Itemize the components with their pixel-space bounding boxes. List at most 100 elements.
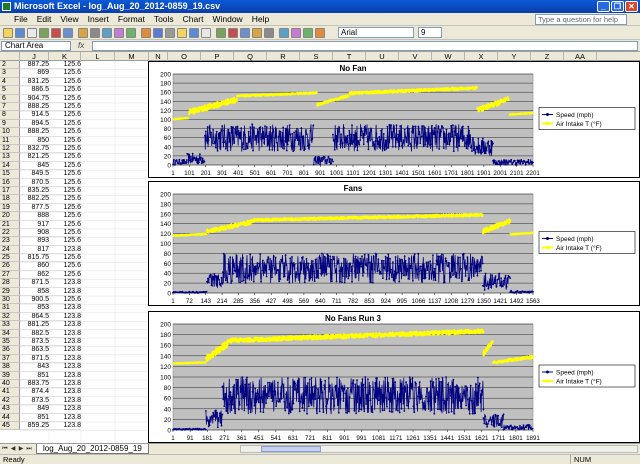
row-header[interactable]: 2 bbox=[0, 61, 20, 70]
cell-temp-value[interactable]: 123.8 bbox=[49, 338, 81, 347]
cell-speed-value[interactable]: 815.75 bbox=[20, 254, 49, 263]
cell-temp-value[interactable]: 125.6 bbox=[49, 69, 81, 78]
row-header[interactable]: 15 bbox=[0, 170, 20, 179]
row-header[interactable]: 25 bbox=[0, 254, 20, 263]
worksheet-grid[interactable]: No Fan 0 20 40 60 80 100 120 140 160 180 200 1 101 201… bbox=[0, 61, 640, 443]
cell-temp-value[interactable]: 125.6 bbox=[49, 78, 81, 87]
horizontal-scrollbar[interactable] bbox=[240, 445, 638, 453]
toolbar-button-icon[interactable] bbox=[126, 28, 136, 38]
row-header[interactable]: 40 bbox=[0, 380, 20, 389]
row-header[interactable]: 16 bbox=[0, 178, 20, 187]
cell-speed-value[interactable]: 873.5 bbox=[20, 397, 49, 406]
cell-speed-value[interactable]: 850 bbox=[20, 137, 49, 145]
toolbar-button-icon[interactable] bbox=[39, 28, 49, 38]
toolbar-button-icon[interactable] bbox=[315, 28, 325, 38]
scrollbar-thumb[interactable] bbox=[261, 446, 321, 452]
cell-temp-value[interactable]: 125.6 bbox=[49, 204, 81, 213]
cell-temp-value[interactable]: 125.6 bbox=[49, 103, 81, 112]
next-sheet-icon[interactable]: ▶ bbox=[17, 445, 25, 453]
row-header[interactable]: 34 bbox=[0, 329, 20, 339]
menu-tools[interactable]: Tools bbox=[154, 14, 174, 24]
column-header-w[interactable]: W bbox=[432, 52, 465, 61]
cell-speed-value[interactable]: 871.5 bbox=[20, 355, 49, 364]
cell-temp-value[interactable]: 125.6 bbox=[49, 221, 81, 229]
column-header-y[interactable]: Y bbox=[498, 52, 531, 61]
cell-temp-value[interactable]: 125.6 bbox=[49, 254, 81, 263]
cell-speed-value[interactable]: 873.5 bbox=[20, 338, 49, 347]
column-header-aa[interactable]: AA bbox=[564, 52, 597, 61]
prev-sheet-icon[interactable]: ◀ bbox=[9, 445, 17, 453]
cell-temp-value[interactable]: 125.6 bbox=[49, 162, 81, 171]
cell-speed-value[interactable]: 883.75 bbox=[20, 380, 49, 389]
row-header[interactable]: 4 bbox=[0, 77, 20, 87]
menu-insert[interactable]: Insert bbox=[88, 14, 109, 24]
chart-fans[interactable]: Fans 0 20 40 60 80 100 120 140 160 180 200 1 72 143 214… bbox=[148, 181, 640, 306]
row-header[interactable]: 29 bbox=[0, 287, 20, 297]
cell-temp-value[interactable]: 125.6 bbox=[49, 137, 81, 145]
fx-icon[interactable]: fx bbox=[78, 41, 84, 50]
cell-speed-value[interactable]: 882.25 bbox=[20, 195, 49, 204]
toolbar-button-icon[interactable] bbox=[177, 28, 187, 38]
column-header-s[interactable]: S bbox=[300, 52, 333, 61]
cell-speed-value[interactable]: 858 bbox=[20, 288, 49, 297]
cell-speed-value[interactable]: 832.75 bbox=[20, 145, 49, 154]
row-header[interactable]: 13 bbox=[0, 153, 20, 162]
cell-temp-value[interactable]: 125.6 bbox=[49, 61, 81, 70]
row-header[interactable]: 31 bbox=[0, 304, 20, 313]
column-header-r[interactable]: R bbox=[267, 52, 300, 61]
cell-speed-value[interactable]: 821.25 bbox=[20, 153, 49, 162]
row-header[interactable]: 35 bbox=[0, 338, 20, 347]
toolbar-button-icon[interactable] bbox=[102, 28, 112, 38]
row-header[interactable]: 39 bbox=[0, 371, 20, 381]
row-header[interactable]: 42 bbox=[0, 396, 20, 406]
row-header[interactable]: 9 bbox=[0, 119, 20, 129]
menu-window[interactable]: Window bbox=[212, 14, 242, 24]
cell-temp-value[interactable]: 123.8 bbox=[49, 380, 81, 389]
cell-speed-value[interactable]: 863.5 bbox=[20, 346, 49, 355]
cell-speed-value[interactable]: 900.5 bbox=[20, 296, 49, 305]
menu-format[interactable]: Format bbox=[118, 14, 145, 24]
toolbar-button-icon[interactable] bbox=[264, 28, 274, 38]
cell-speed-value[interactable]: 888.25 bbox=[20, 128, 49, 137]
row-header[interactable]: 23 bbox=[0, 237, 20, 246]
cell-temp-value[interactable]: 123.8 bbox=[49, 313, 81, 322]
cell-temp-value[interactable]: 125.6 bbox=[49, 237, 81, 246]
cell-temp-value[interactable]: 123.8 bbox=[49, 355, 81, 364]
row-header[interactable]: 14 bbox=[0, 161, 20, 171]
cell-temp-value[interactable]: 123.8 bbox=[49, 372, 81, 381]
cell-speed-value[interactable]: 886.5 bbox=[20, 86, 49, 95]
column-header-o[interactable]: O bbox=[168, 52, 201, 61]
row-header[interactable]: 11 bbox=[0, 136, 20, 145]
cell-temp-value[interactable]: 125.6 bbox=[49, 296, 81, 305]
help-search-input[interactable]: Type a question for help bbox=[535, 14, 627, 25]
row-header[interactable]: 45 bbox=[0, 422, 20, 431]
minimize-button[interactable]: _ bbox=[597, 1, 610, 12]
cell-speed-value[interactable]: 877.5 bbox=[20, 204, 49, 213]
toolbar-button-icon[interactable] bbox=[27, 28, 37, 38]
cell-temp-value[interactable]: 123.8 bbox=[49, 346, 81, 355]
toolbar-button-icon[interactable] bbox=[165, 28, 175, 38]
cell-speed-value[interactable]: 862 bbox=[20, 271, 49, 280]
excel-app-icon[interactable] bbox=[2, 2, 11, 11]
toolbar-button-icon[interactable] bbox=[228, 28, 238, 38]
row-header[interactable]: 28 bbox=[0, 279, 20, 288]
row-header[interactable]: 38 bbox=[0, 363, 20, 372]
row-header[interactable]: 20 bbox=[0, 212, 20, 221]
cell-temp-value[interactable]: 125.6 bbox=[49, 111, 81, 120]
cell-speed-value[interactable]: 904.75 bbox=[20, 95, 49, 103]
row-header[interactable]: 32 bbox=[0, 312, 20, 322]
cell-temp-value[interactable]: 125.6 bbox=[49, 212, 81, 221]
cell-temp-value[interactable]: 123.8 bbox=[49, 279, 81, 288]
menu-edit[interactable]: Edit bbox=[37, 14, 52, 24]
toolbar-button-icon[interactable] bbox=[291, 28, 301, 38]
row-header[interactable]: 8 bbox=[0, 111, 20, 120]
cell-speed-value[interactable]: 893 bbox=[20, 237, 49, 246]
column-header-t[interactable]: T bbox=[333, 52, 366, 61]
font-name-select[interactable]: Arial bbox=[338, 27, 414, 38]
column-header-m[interactable]: M bbox=[115, 52, 149, 61]
row-header[interactable]: 7 bbox=[0, 102, 20, 112]
cell-speed-value[interactable]: 831.25 bbox=[20, 78, 49, 87]
row-header[interactable]: 17 bbox=[0, 186, 20, 196]
cell-speed-value[interactable]: 870.5 bbox=[20, 179, 49, 187]
toolbar-button-icon[interactable] bbox=[216, 28, 226, 38]
